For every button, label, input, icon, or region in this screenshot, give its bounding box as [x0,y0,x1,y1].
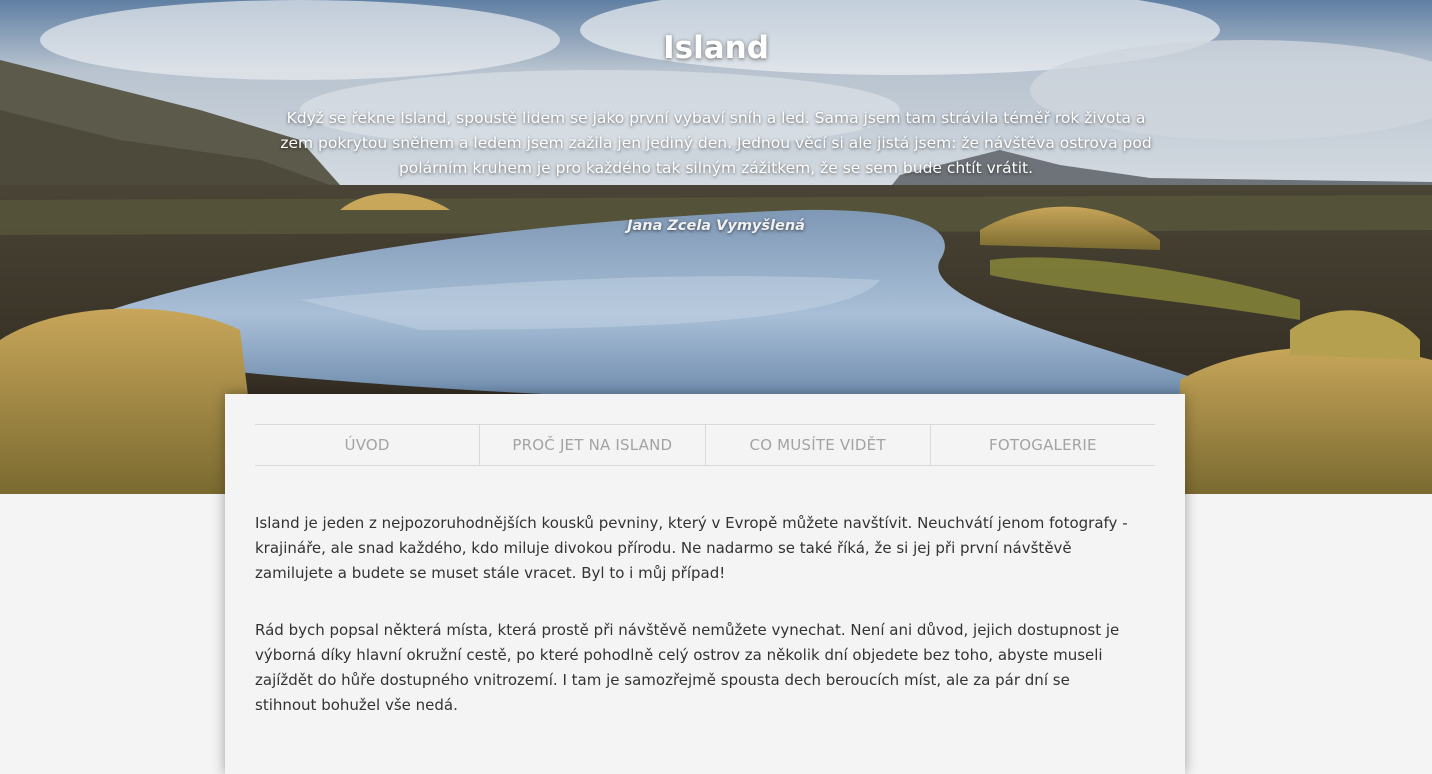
main-navigation: ÚVOD PROČ JET NA ISLAND CO MUSÍTE VIDĚT … [255,424,1155,466]
nav-item-fotogalerie[interactable]: FOTOGALERIE [931,425,1155,465]
nav-item-co-musite-videt[interactable]: CO MUSÍTE VIDĚT [706,425,931,465]
content-card: ÚVOD PROČ JET NA ISLAND CO MUSÍTE VIDĚT … [225,394,1185,774]
intro-paragraph: Island je jeden z nejpozoruhodnějších ko… [255,514,1128,582]
nav-item-proc-jet-na-island[interactable]: PROČ JET NA ISLAND [480,425,706,465]
nav-item-uvod[interactable]: ÚVOD [255,425,481,465]
hero-title: Island [663,30,769,66]
second-paragraph: Rád bych popsal některá místa, která pro… [255,621,1120,714]
hero-quote-author: Jana Zcela Vymyšlená [627,218,805,234]
hero-quote: Když se řekne Island, spoustě lidem se j… [280,109,1152,177]
